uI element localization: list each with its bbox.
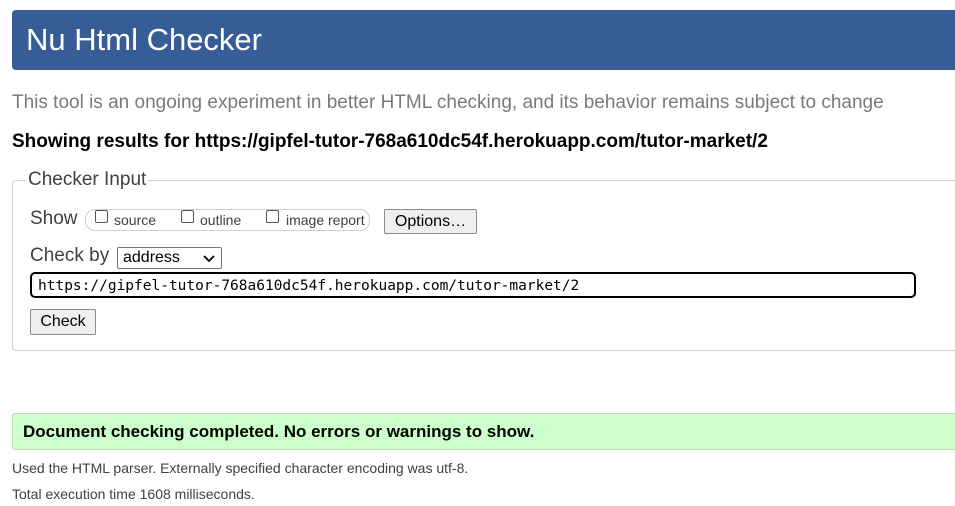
image-report-checkbox[interactable] — [266, 210, 279, 223]
url-input[interactable]: https://gipfel-tutor-768a610dc54f.heroku… — [30, 272, 916, 298]
success-message: Document checking completed. No errors o… — [23, 422, 535, 441]
outline-checkbox-label[interactable]: outline — [200, 212, 241, 229]
check-by-selected-value: address — [123, 249, 180, 266]
chevron-down-icon — [203, 255, 215, 263]
source-checkbox[interactable] — [95, 210, 108, 223]
outline-checkbox[interactable] — [181, 210, 194, 223]
header-banner: Nu Html Checker — [12, 10, 955, 70]
url-input-value: https://gipfel-tutor-768a610dc54f.heroku… — [38, 278, 580, 294]
success-message-box: Document checking completed. No errors o… — [12, 413, 955, 450]
intro-text: This tool is an ongoing experiment in be… — [12, 92, 884, 113]
source-checkbox-label[interactable]: source — [114, 212, 156, 229]
page-title: Nu Html Checker — [26, 22, 262, 57]
show-label: Show — [30, 208, 78, 229]
check-button[interactable]: Check — [30, 309, 96, 335]
execution-time-note: Total execution time 1608 milliseconds. — [12, 486, 255, 502]
checker-input-legend: Checker Input — [26, 169, 149, 191]
image-report-checkbox-label[interactable]: image report — [286, 212, 365, 229]
results-heading: Showing results for https://gipfel-tutor… — [12, 131, 768, 152]
parser-note: Used the HTML parser. Externally specifi… — [12, 460, 469, 476]
check-by-label: Check by — [30, 245, 110, 266]
options-button[interactable]: Options… — [384, 209, 477, 234]
check-by-select[interactable]: address — [117, 247, 222, 269]
